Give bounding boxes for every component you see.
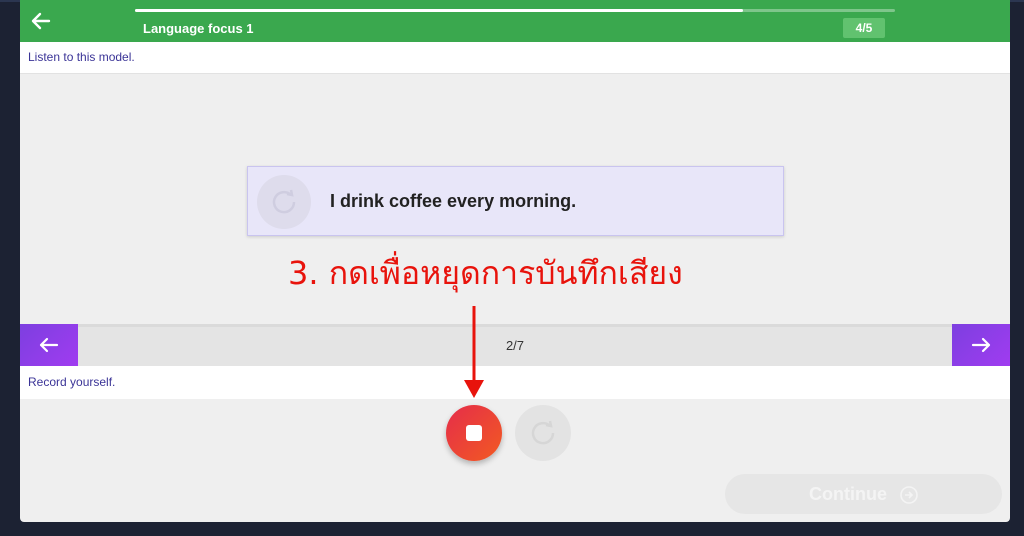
pager-bar: 2/7 [20, 324, 1010, 366]
step-counter: 4/5 [843, 18, 885, 38]
stop-recording-button[interactable] [446, 405, 502, 461]
progress-fill [135, 9, 743, 12]
listen-instruction: Listen to this model. [20, 42, 1010, 74]
sentence-card: I drink coffee every morning. [247, 166, 784, 236]
tutorial-annotation: 3. กดเพื่อหยุดการบันทึกเสียง [288, 254, 683, 292]
replay-icon [272, 189, 296, 214]
arrow-right-icon [971, 337, 991, 353]
back-button[interactable] [28, 8, 54, 34]
pager-count: 2/7 [505, 338, 525, 353]
replay-icon [531, 420, 555, 445]
play-model-button[interactable] [257, 175, 311, 229]
continue-label: Continue [808, 484, 887, 504]
header-bar: Language focus 1 4/5 [20, 0, 1010, 42]
arrow-left-icon [39, 337, 59, 353]
stop-icon [466, 425, 482, 441]
app-window: Language focus 1 4/5 Listen to this mode… [20, 0, 1010, 522]
down-arrow-annotation [464, 306, 484, 398]
page-title: Language focus 1 [143, 21, 254, 36]
record-instruction: Record yourself. [20, 366, 1010, 399]
continue-button[interactable]: Continue [725, 474, 1002, 514]
next-button[interactable] [952, 324, 1010, 366]
play-recording-button[interactable] [515, 405, 571, 461]
arrow-circle-right-icon [900, 486, 918, 505]
progress-bar [135, 9, 895, 12]
model-sentence: I drink coffee every morning. [330, 191, 577, 211]
prev-button[interactable] [20, 324, 78, 366]
arrow-left-icon [31, 12, 51, 30]
